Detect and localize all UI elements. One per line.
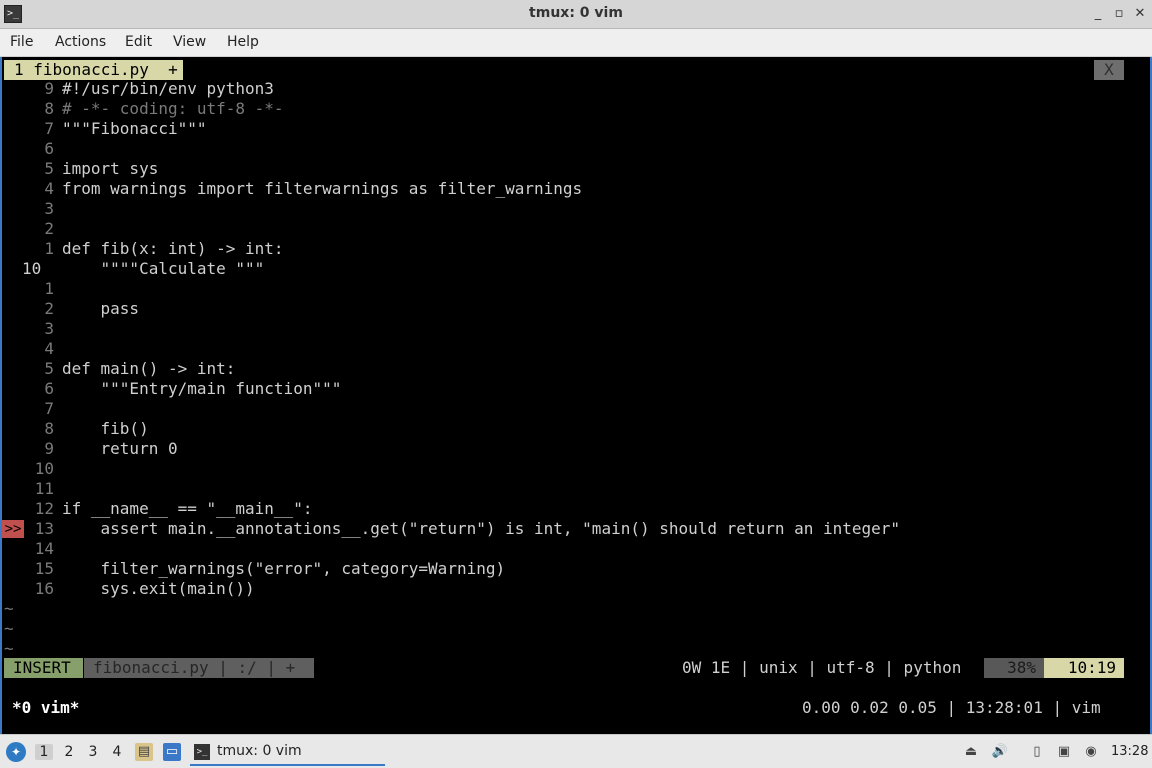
code-line: 8 fib() bbox=[44, 419, 149, 438]
menu-edit[interactable]: Edit bbox=[125, 34, 152, 50]
taskbar: ✦ 1 2 3 4 ▤ ▭ >_ tmux: 0 vim ⏏ 🔊 ▯ ▣ ◉ 1… bbox=[0, 734, 1152, 768]
window-titlebar: >_ tmux: 0 vim _ ▫ ✕ bbox=[0, 0, 1152, 29]
code-line: 7 """Fibonacci""" bbox=[44, 119, 207, 138]
terminal-area[interactable]: 1 fibonacci.py + X 9 #!/usr/bin/env pytho… bbox=[0, 57, 1152, 734]
code-line: 16 sys.exit(main()) bbox=[34, 579, 255, 598]
menu-help[interactable]: Help bbox=[227, 34, 259, 50]
code-line: 4 from warnings import filterwarnings as … bbox=[44, 179, 583, 198]
tmux-statusbar: *0 vim* 0.00 0.02 0.05 | 13:28:01 | vim bbox=[2, 698, 1150, 718]
vim-file-info: fibonacci.py | :/ | + bbox=[84, 658, 314, 678]
vim-file-details: 0W 1E | unix | utf-8 | python bbox=[682, 658, 962, 677]
workspace-1[interactable]: 1 bbox=[35, 744, 53, 760]
workspace-4[interactable]: 4 bbox=[108, 744, 126, 760]
code-line: 9 return 0 bbox=[44, 439, 178, 458]
code-line: 7 bbox=[44, 399, 54, 418]
menu-bar: File Actions Edit View Help bbox=[0, 29, 1152, 57]
vim-cursor-position: 10:19 bbox=[1044, 658, 1124, 678]
code-line-current: 10 """"Calculate """ bbox=[22, 259, 265, 278]
code-line: 14 bbox=[34, 539, 54, 558]
taskbar-terminal-button[interactable]: >_ tmux: 0 vim bbox=[190, 738, 385, 766]
code-line: 6 bbox=[44, 139, 54, 158]
code-line: 10 bbox=[34, 459, 54, 478]
workspace-2[interactable]: 2 bbox=[60, 744, 78, 760]
code-line: 12 if __name__ == "__main__": bbox=[34, 499, 313, 518]
clock: 13:28 bbox=[1111, 744, 1149, 759]
code-line: 8 # -*- coding: utf-8 -*- bbox=[44, 99, 284, 118]
update-icon[interactable]: ◉ bbox=[1082, 743, 1100, 761]
eject-icon[interactable]: ⏏ bbox=[962, 743, 980, 761]
file-manager-icon[interactable]: ▤ bbox=[135, 743, 153, 761]
code-line: 2 pass bbox=[44, 299, 140, 318]
empty-line-tilde: ~ bbox=[4, 639, 14, 658]
code-line: 6 """Entry/main function""" bbox=[44, 379, 342, 398]
code-line: 1 bbox=[44, 279, 54, 298]
show-desktop-icon[interactable]: ▭ bbox=[163, 743, 181, 761]
close-icon[interactable]: ✕ bbox=[1130, 4, 1150, 24]
code-line: 2 bbox=[44, 219, 54, 238]
code-line: 5 import sys bbox=[44, 159, 159, 178]
code-line: 4 bbox=[44, 339, 54, 358]
terminal-icon: >_ bbox=[194, 744, 210, 760]
empty-line-tilde: ~ bbox=[4, 599, 14, 618]
vim-tab-active[interactable]: 1 fibonacci.py + bbox=[4, 60, 183, 80]
code-line: 3 bbox=[44, 199, 54, 218]
empty-line-tilde: ~ bbox=[4, 619, 14, 638]
maximize-icon[interactable]: ▫ bbox=[1109, 4, 1129, 24]
menu-actions[interactable]: Actions bbox=[55, 34, 106, 50]
clipboard-icon[interactable]: ▯ bbox=[1028, 743, 1046, 761]
vim-scroll-percent: 38% bbox=[984, 658, 1044, 678]
code-line: 11 bbox=[34, 479, 54, 498]
tmux-window-label[interactable]: *0 vim* bbox=[12, 698, 79, 718]
vim-mode: INSERT bbox=[4, 658, 83, 678]
vim-statusline: INSERT fibonacci.py | :/ | + 0W 1E | uni… bbox=[2, 658, 1150, 678]
code-editor[interactable]: 9 #!/usr/bin/env python3 8 # -*- coding: u… bbox=[2, 79, 1150, 659]
workspace-3[interactable]: 3 bbox=[84, 744, 102, 760]
minimize-icon[interactable]: _ bbox=[1088, 4, 1108, 24]
code-line-error: >> 13 assert main.__annotations__.get("re… bbox=[2, 519, 1150, 539]
menu-view[interactable]: View bbox=[173, 34, 206, 50]
window-title: tmux: 0 vim bbox=[529, 5, 623, 21]
vim-tab-close-button[interactable]: X bbox=[1094, 60, 1124, 80]
vim-tabline: 1 fibonacci.py + X bbox=[2, 60, 1150, 80]
code-line: 3 bbox=[44, 319, 54, 338]
network-icon[interactable]: ▣ bbox=[1055, 743, 1073, 761]
volume-icon[interactable]: 🔊 bbox=[991, 743, 1009, 761]
menu-file[interactable]: File bbox=[10, 34, 33, 50]
code-line: 5 def main() -> int: bbox=[44, 359, 236, 378]
start-menu-icon[interactable]: ✦ bbox=[6, 742, 26, 762]
code-line: 1 def fib(x: int) -> int: bbox=[44, 239, 284, 258]
tmux-status-right: 0.00 0.02 0.05 | 13:28:01 | vim bbox=[802, 698, 1101, 717]
code-line: 15 filter_warnings("error", category=War… bbox=[34, 559, 506, 578]
code-line: 9 #!/usr/bin/env python3 bbox=[44, 79, 274, 98]
